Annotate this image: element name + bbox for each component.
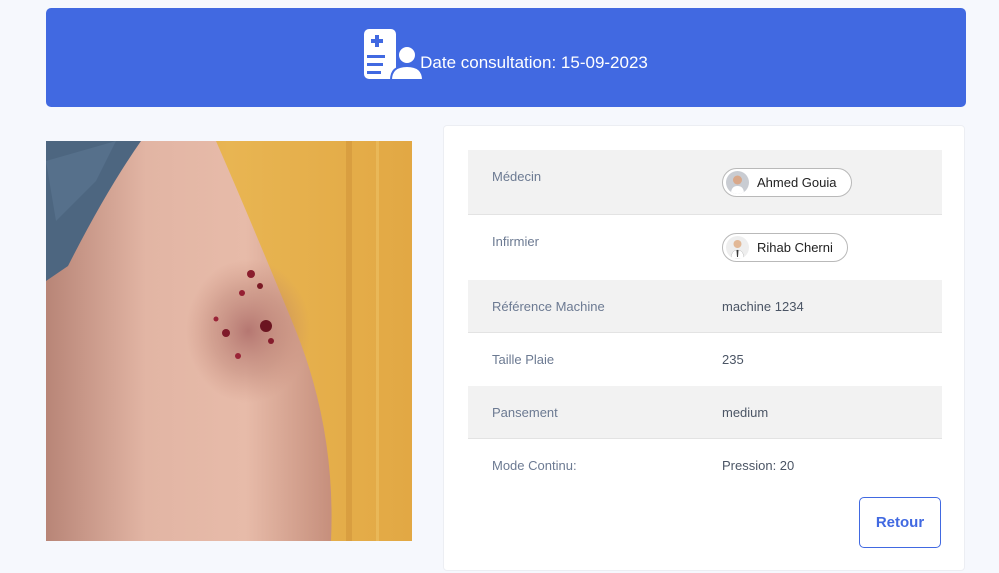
row-label: Médecin [492, 169, 542, 184]
row-value: Pression: 20 [722, 458, 795, 473]
row-value: Rihab Cherni [722, 233, 942, 262]
wound-photo [46, 141, 412, 541]
doctor-name: Ahmed Gouia [757, 174, 837, 190]
row-label: Référence Machine [492, 298, 605, 314]
row-value: machine 1234 [722, 298, 804, 314]
nurse-name: Rihab Cherni [757, 240, 833, 255]
row-label: Mode Continu: [492, 458, 577, 473]
row-value: medium [722, 404, 769, 420]
medical-record-patient-icon [364, 28, 425, 83]
consultation-header: Date consultation: 15-09-2023 [46, 8, 966, 107]
row-mode-continu: Mode Continu: Pression: 20 [468, 439, 942, 492]
back-button[interactable]: Retour [859, 497, 941, 548]
row-taille-plaie: Taille Plaie 235 [468, 333, 942, 386]
avatar [726, 170, 749, 194]
doctor-chip[interactable]: Ahmed Gouia [722, 167, 852, 197]
nurse-chip[interactable]: Rihab Cherni [722, 233, 848, 262]
row-label: Infirmier [492, 234, 539, 249]
row-medecin: Médecin Ahmed Gouia [468, 150, 942, 215]
row-value: 235 [722, 352, 744, 367]
consultation-details-card: Médecin Ahmed Gouia Infirmier Rihab Cher… [443, 125, 965, 571]
details-table: Médecin Ahmed Gouia Infirmier Rihab Cher… [468, 150, 942, 492]
row-label: Taille Plaie [492, 352, 555, 367]
row-pansement: Pansement medium [468, 386, 942, 439]
consultation-date: Date consultation: 15-09-2023 [420, 52, 648, 72]
row-reference-machine: Référence Machine machine 1234 [468, 280, 942, 333]
row-infirmier: Infirmier Rihab Cherni [468, 215, 942, 280]
row-value: Ahmed Gouia [722, 167, 942, 197]
row-label: Pansement [492, 404, 558, 420]
avatar [726, 236, 749, 259]
